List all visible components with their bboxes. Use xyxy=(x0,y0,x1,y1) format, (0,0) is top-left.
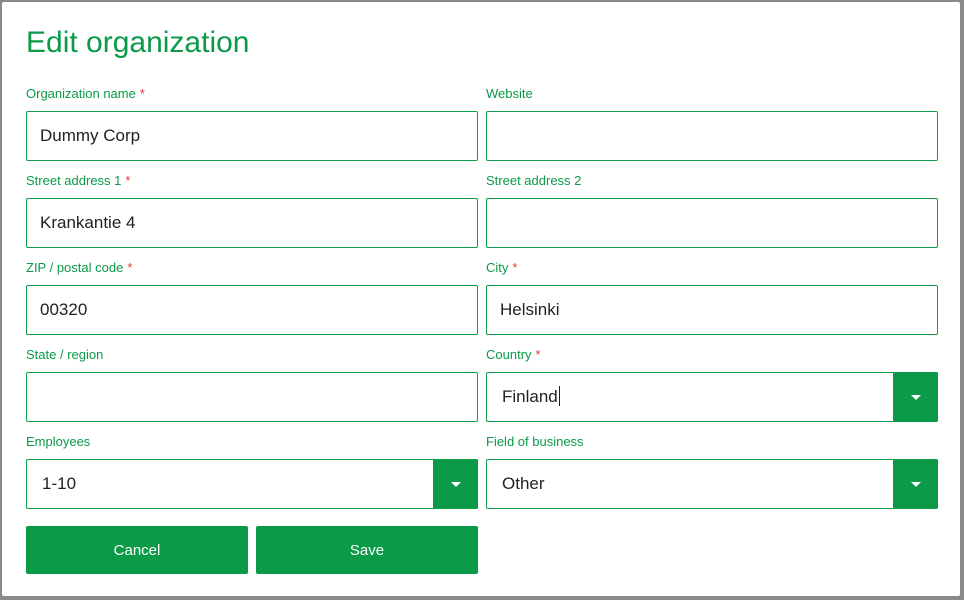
street2-field-group: Street address 2 xyxy=(486,173,938,248)
street1-label: Street address 1 * xyxy=(26,173,131,188)
required-indicator: * xyxy=(127,260,133,275)
employees-select-value[interactable]: 1-10 xyxy=(27,474,477,494)
field-of-business-label: Field of business xyxy=(486,434,584,449)
country-select[interactable]: Finland xyxy=(486,372,938,422)
country-dropdown-button[interactable] xyxy=(893,372,938,422)
required-indicator: * xyxy=(512,260,518,275)
city-label: City * xyxy=(486,260,518,275)
org-name-field-group: Organization name * xyxy=(26,86,478,161)
required-indicator: * xyxy=(535,347,541,362)
dialog-title: Edit organization xyxy=(26,26,250,59)
field-of-business-select[interactable]: Other xyxy=(486,459,938,509)
state-field-group: State / region xyxy=(26,347,478,422)
chevron-down-icon xyxy=(450,481,461,487)
website-field-group: Website xyxy=(486,86,938,161)
required-indicator: * xyxy=(139,86,145,101)
zip-field-group: ZIP / postal code * xyxy=(26,260,478,335)
website-input[interactable] xyxy=(486,111,938,161)
country-field-group: Country * Finland xyxy=(486,347,938,422)
chevron-down-icon xyxy=(910,394,921,400)
field-of-business-field-group: Field of business Other xyxy=(486,434,938,509)
city-field-group: City * xyxy=(486,260,938,335)
country-select-value[interactable]: Finland xyxy=(487,386,937,407)
cancel-button[interactable]: Cancel xyxy=(26,526,248,574)
org-name-label: Organization name * xyxy=(26,86,145,101)
street1-input[interactable] xyxy=(26,198,478,248)
country-label: Country * xyxy=(486,347,541,362)
website-label: Website xyxy=(486,86,533,101)
employees-dropdown-button[interactable] xyxy=(433,459,478,509)
field-of-business-select-value[interactable]: Other xyxy=(487,474,937,494)
street2-label: Street address 2 xyxy=(486,173,582,188)
street1-field-group: Street address 1 * xyxy=(26,173,478,248)
employees-select[interactable]: 1-10 xyxy=(26,459,478,509)
org-name-input[interactable] xyxy=(26,111,478,161)
zip-input[interactable] xyxy=(26,285,478,335)
chevron-down-icon xyxy=(910,481,921,487)
state-input[interactable] xyxy=(26,372,478,422)
street2-input[interactable] xyxy=(486,198,938,248)
zip-label: ZIP / postal code * xyxy=(26,260,133,275)
city-input[interactable] xyxy=(486,285,938,335)
field-of-business-dropdown-button[interactable] xyxy=(893,459,938,509)
employees-field-group: Employees 1-10 xyxy=(26,434,478,509)
state-label: State / region xyxy=(26,347,104,362)
required-indicator: * xyxy=(125,173,131,188)
edit-organization-dialog: Edit organization Organization name* Web… xyxy=(2,2,960,596)
text-cursor xyxy=(558,386,560,407)
employees-label: Employees xyxy=(26,434,91,449)
save-button[interactable]: Save xyxy=(256,526,478,574)
